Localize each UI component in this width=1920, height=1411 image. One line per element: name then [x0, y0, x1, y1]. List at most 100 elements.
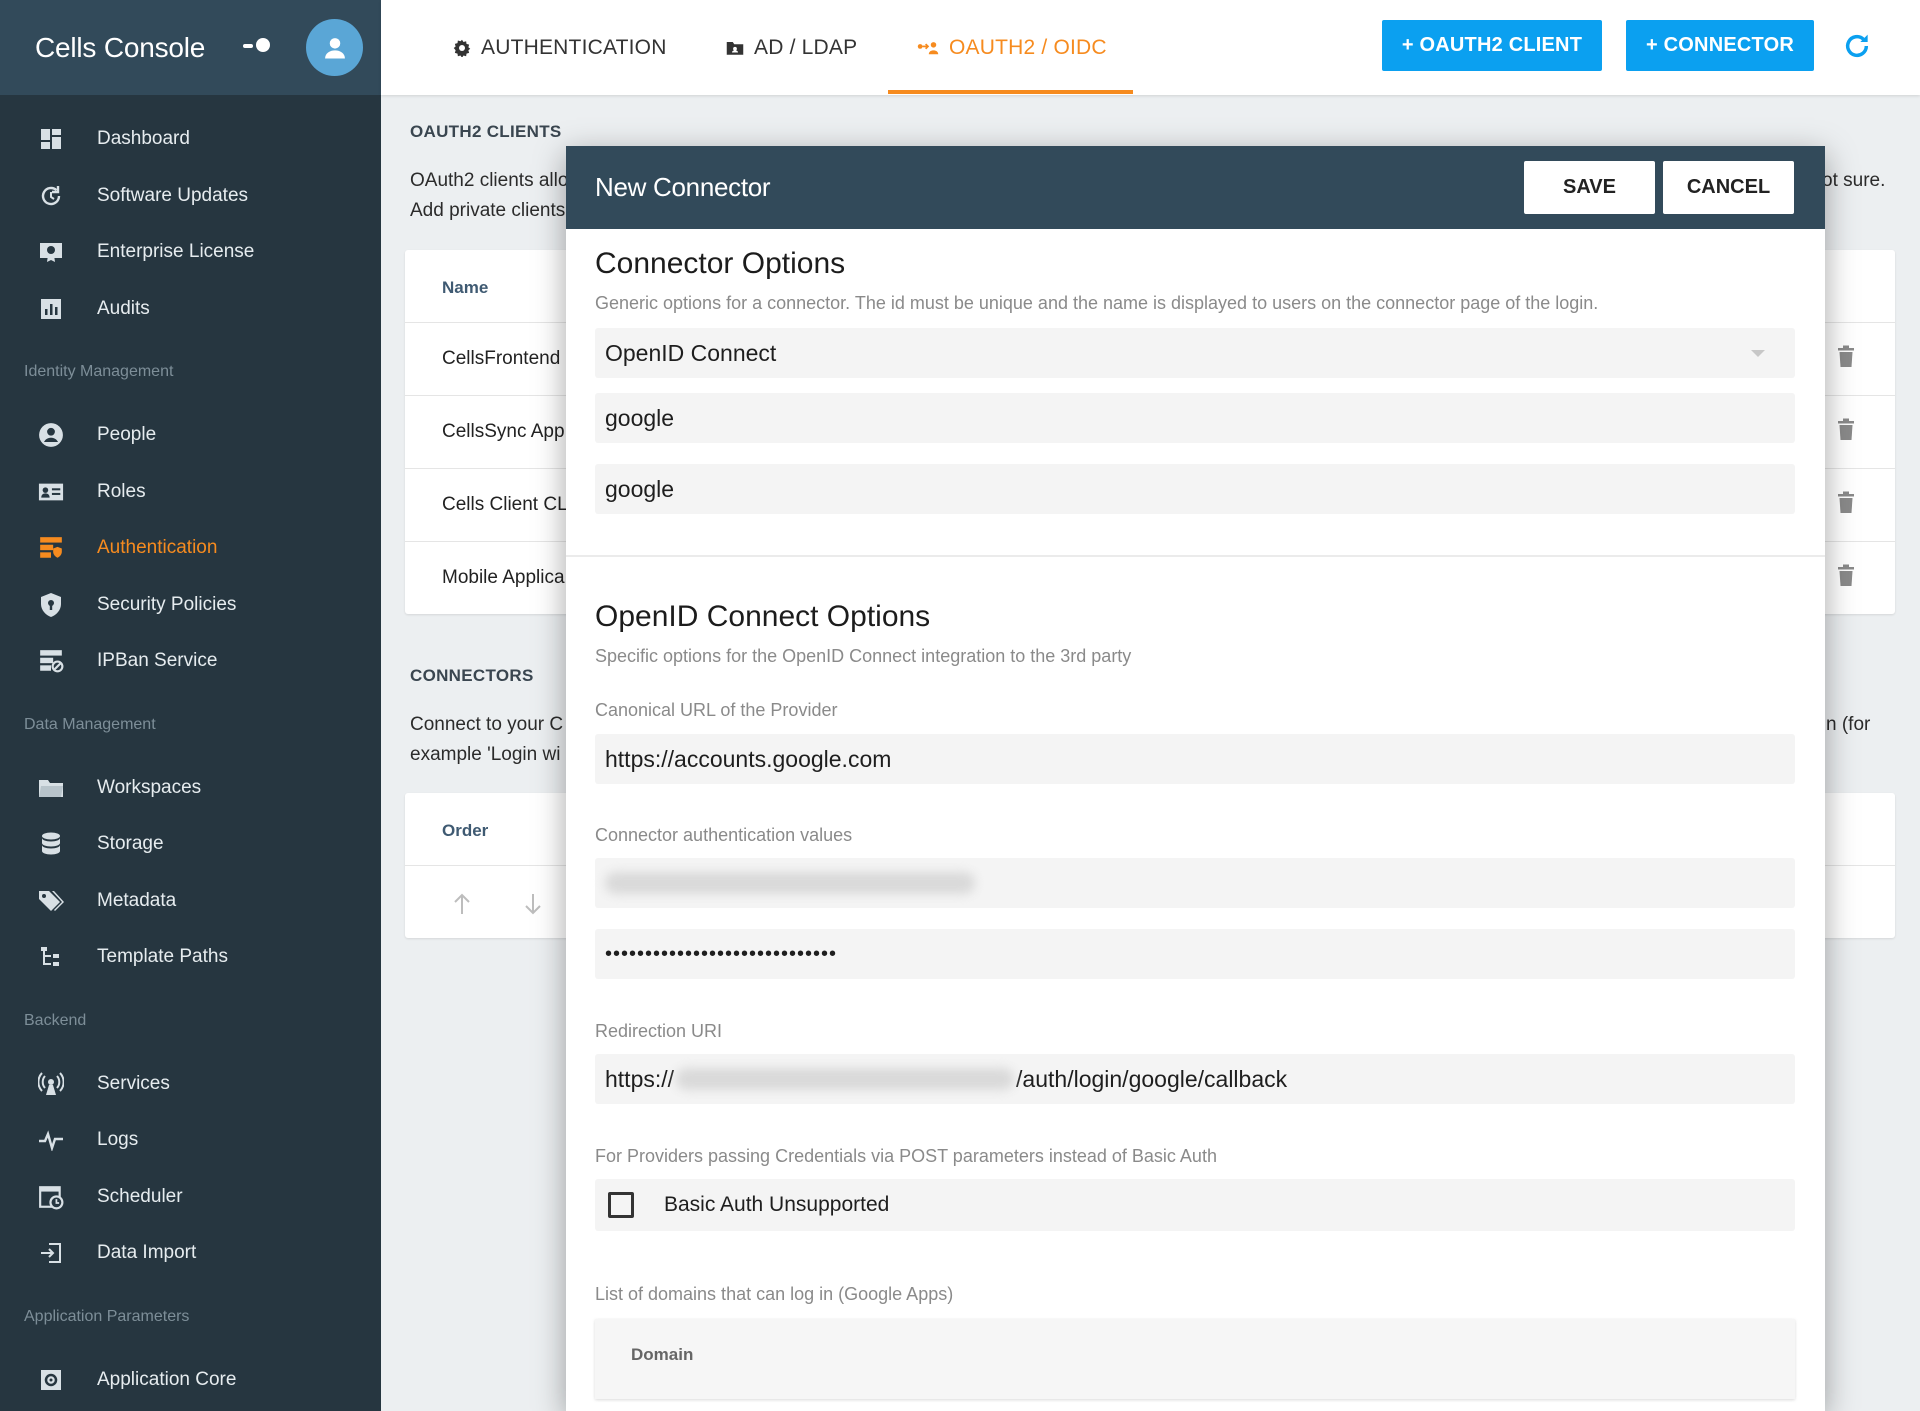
arrow-down-icon[interactable]	[524, 893, 542, 915]
audits-icon	[38, 296, 64, 322]
active-tab-indicator	[888, 90, 1133, 94]
oidc-options-description: Specific options for the OpenID Connect …	[595, 646, 1132, 666]
sidebar-toggle-icon[interactable]	[243, 38, 270, 54]
sidebar-item-label: Authentication	[97, 537, 218, 559]
sidebar-item-metadata[interactable]: Metadata	[0, 873, 381, 930]
sidebar-item-roles[interactable]: Roles	[0, 464, 381, 521]
oidc-options-heading: OpenID Connect Options	[595, 600, 931, 633]
sidebar-item-ipban-service[interactable]: IPBan Service	[0, 633, 381, 690]
connectors-desc-line2: example 'Login wi	[410, 744, 561, 765]
connector-type-select[interactable]: OpenID Connect	[595, 328, 1795, 378]
dashboard-icon	[38, 126, 64, 152]
sidebar-item-logs[interactable]: Logs	[0, 1112, 381, 1169]
redacted-client-id	[605, 872, 975, 894]
person-icon	[324, 37, 345, 58]
sidebar-header: Cells Console	[0, 0, 381, 95]
sidebar-item-label: Storage	[97, 833, 164, 855]
basic-auth-label: Basic Auth Unsupported	[664, 1193, 890, 1216]
oauth2-clients-desc-tail: ot sure.	[1822, 170, 1886, 191]
checkbox-icon[interactable]	[608, 1192, 634, 1218]
oauth-icon	[917, 40, 939, 56]
add-connector-button[interactable]: + CONNECTOR	[1626, 20, 1814, 71]
license-icon	[38, 239, 64, 265]
sidebar-item-people[interactable]: People	[0, 407, 381, 464]
gear-icon	[38, 1367, 64, 1393]
arrow-up-icon[interactable]	[453, 893, 471, 915]
table-header-name: Name	[442, 278, 489, 297]
sidebar-item-security-policies[interactable]: Security Policies	[0, 577, 381, 634]
authentication-icon	[38, 535, 64, 561]
sidebar-item-services[interactable]: Services	[0, 1056, 381, 1113]
client-secret-field[interactable]: •••••••••••••••••••••••••••••	[595, 929, 1795, 979]
client-id-field[interactable]	[595, 858, 1795, 908]
auth-values-label: Connector authentication values	[595, 825, 853, 845]
sidebar-item-data-import[interactable]: Data Import	[0, 1225, 381, 1282]
redirect-uri-prefix: https://	[605, 1065, 675, 1092]
add-oauth2-client-button[interactable]: + OAUTH2 CLIENT	[1382, 20, 1602, 71]
oauth2-clients-title: OAUTH2 CLIENTS	[410, 122, 562, 141]
tab-label: OAUTH2 / OIDC	[949, 35, 1107, 59]
oauth2-clients-desc-line1: OAuth2 clients allo	[410, 170, 569, 191]
trash-icon[interactable]	[1837, 345, 1855, 367]
connector-options-heading: Connector Options	[595, 247, 846, 280]
table-row[interactable]: Mobile Applica	[442, 567, 565, 589]
gear-icon	[453, 39, 471, 57]
sidebar-item-label: Logs	[97, 1129, 139, 1151]
redirect-uri-field[interactable]: https:// /auth/login/google/callback	[595, 1054, 1795, 1104]
sidebar-section-data: Data Management	[24, 715, 156, 733]
refresh-icon[interactable]	[1841, 30, 1873, 62]
sidebar-item-enterprise-license[interactable]: Enterprise License	[0, 224, 381, 281]
sidebar-nav: Dashboard Software Updates Enterprise Li…	[0, 95, 381, 1408]
cancel-button[interactable]: CANCEL	[1663, 161, 1794, 214]
sidebar-item-storage[interactable]: Storage	[0, 816, 381, 873]
folder-icon	[38, 775, 64, 801]
sidebar-item-label: Enterprise License	[97, 241, 255, 263]
table-row[interactable]: CellsSync App	[442, 421, 565, 443]
sidebar-item-audits[interactable]: Audits	[0, 281, 381, 338]
dialog-header: New Connector SAVE CANCEL	[566, 146, 1825, 229]
sidebar-item-dashboard[interactable]: Dashboard	[0, 111, 381, 168]
ipban-icon	[38, 648, 64, 674]
connectors-title: CONNECTORS	[410, 666, 534, 685]
trash-icon[interactable]	[1837, 491, 1855, 513]
sidebar-item-template-paths[interactable]: Template Paths	[0, 929, 381, 986]
table-row[interactable]: Cells Client CL	[442, 494, 568, 516]
sidebar-item-application-core[interactable]: Application Core	[0, 1352, 381, 1409]
connector-name-field[interactable]: google	[595, 464, 1795, 514]
sidebar-section-backend: Backend	[24, 1011, 87, 1029]
sidebar-item-label: Application Core	[97, 1368, 237, 1390]
app-title: Cells Console	[35, 31, 206, 63]
domains-table: Domain	[595, 1319, 1795, 1399]
sidebar-item-label: Workspaces	[97, 776, 202, 798]
tags-icon	[38, 888, 64, 914]
chevron-down-icon	[1751, 350, 1765, 357]
connectors-desc-line1: Connect to your C	[410, 714, 564, 735]
trash-icon[interactable]	[1837, 418, 1855, 440]
sidebar-item-workspaces[interactable]: Workspaces	[0, 760, 381, 817]
sidebar-item-scheduler[interactable]: Scheduler	[0, 1169, 381, 1226]
sidebar: Cells Console Dashboard Software Updates…	[0, 0, 381, 1411]
sidebar-item-label: Services	[97, 1072, 170, 1094]
tab-oauth2-oidc[interactable]: OAUTH2 / OIDC	[917, 0, 1107, 95]
people-icon	[38, 422, 64, 448]
connector-type-value: OpenID Connect	[605, 339, 777, 366]
update-icon	[38, 183, 64, 209]
tab-label: AUTHENTICATION	[481, 35, 667, 59]
dialog-title: New Connector	[595, 172, 771, 202]
sidebar-item-authentication[interactable]: Authentication	[0, 520, 381, 577]
issuer-url-field[interactable]: https://accounts.google.com	[595, 734, 1795, 784]
trash-icon[interactable]	[1837, 564, 1855, 586]
table-header-order: Order	[442, 821, 489, 840]
tab-ad-ldap[interactable]: AD / LDAP	[726, 0, 857, 95]
save-button[interactable]: SAVE	[1524, 161, 1655, 214]
user-avatar[interactable]	[306, 19, 363, 76]
sidebar-item-software-updates[interactable]: Software Updates	[0, 168, 381, 225]
sidebar-item-label: Security Policies	[97, 593, 237, 615]
table-row[interactable]: CellsFrontend	[442, 348, 560, 370]
scheduler-icon	[38, 1184, 64, 1210]
redirect-uri-label: Redirection URI	[595, 1021, 723, 1041]
sidebar-item-label: Roles	[97, 480, 146, 502]
connector-id-field[interactable]: google	[595, 393, 1795, 443]
tab-authentication[interactable]: AUTHENTICATION	[453, 0, 667, 95]
basic-auth-checkbox-row[interactable]: Basic Auth Unsupported	[595, 1179, 1795, 1231]
